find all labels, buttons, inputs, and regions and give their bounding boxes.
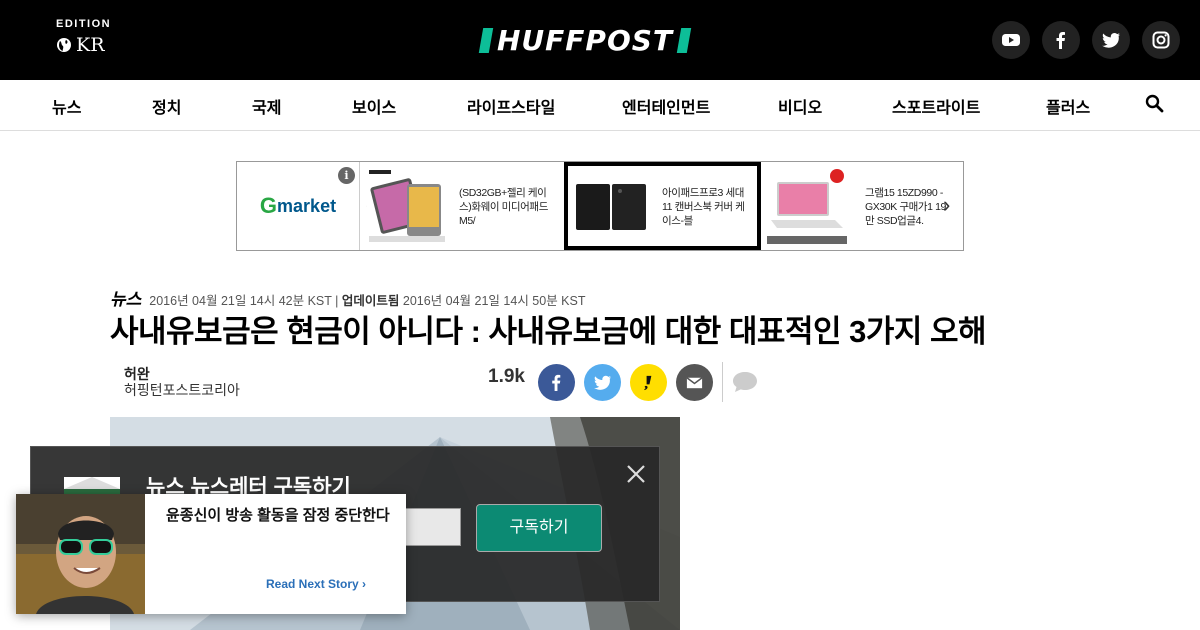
edition-label: EDITION — [56, 18, 112, 30]
article-headline: 사내유보금은 현금이 아니다 : 사내유보금에 대한 대표적인 3가지 오해 — [110, 314, 987, 349]
nav-item-plus[interactable]: 플러스 — [1046, 94, 1090, 118]
nav-item-politics[interactable]: 정치 — [152, 94, 181, 118]
read-next-thumbnail[interactable] — [16, 494, 145, 614]
share-bar: 1.9k — [488, 362, 764, 402]
nav-item-entertainment[interactable]: 엔터테인먼트 — [622, 94, 710, 118]
read-next-title[interactable]: 윤종신이 방송 활동을 잠정 중단한다 — [166, 506, 391, 525]
ad-product-3-text: 그램15 15ZD990 -GX30K 구매가1 19만 SSD업글4. — [865, 187, 946, 227]
nav-item-voices[interactable]: 보이스 — [352, 94, 396, 118]
tablet-product-image — [367, 168, 447, 244]
share-count: 1.9k — [488, 366, 525, 387]
logo-left-bar — [478, 28, 494, 53]
nav-item-video[interactable]: 비디오 — [778, 94, 822, 118]
nav-item-lifestyle[interactable]: 라이프스타일 — [467, 94, 555, 118]
nav-item-world[interactable]: 국제 — [252, 94, 281, 118]
close-icon[interactable] — [625, 463, 647, 485]
read-next-link[interactable]: Read Next Story › — [266, 577, 366, 591]
ad-product-3[interactable]: 그램15 15ZD990 -GX30K 구매가1 19만 SSD업글4. — [761, 162, 964, 250]
email-share-icon[interactable] — [675, 363, 713, 401]
ad-product-2[interactable]: 아이패드프로3 세대11 캔버스북 커버 케이스-블 — [564, 162, 761, 250]
top-header: EDITION KR HUFFPOST — [0, 0, 1200, 80]
author-organization: 허핑턴포스트코리아 — [124, 382, 240, 398]
globe-icon — [57, 38, 71, 52]
huffpost-logo[interactable]: HUFFPOST — [478, 24, 692, 57]
ad-product-2-text: 아이패드프로3 세대11 캔버스북 커버 케이스-블 — [662, 187, 745, 227]
nav-item-spotlight[interactable]: 스포트라이트 — [892, 94, 980, 118]
edition-code: KR — [76, 34, 105, 56]
facebook-share-icon[interactable] — [537, 363, 575, 401]
facebook-icon[interactable] — [1042, 21, 1080, 59]
share-divider — [721, 362, 723, 402]
main-navigation: 뉴스 정치 국제 보이스 라이프스타일 엔터테인먼트 비디오 스포트라이트 플러… — [0, 80, 1200, 131]
logo-right-bar — [676, 28, 692, 53]
logo-wordmark: HUFFPOST — [497, 24, 674, 57]
email-field[interactable] — [401, 508, 461, 546]
ad-next-arrow-icon[interactable]: › — [943, 192, 950, 218]
nav-item-news[interactable]: 뉴스 — [52, 94, 81, 118]
instagram-icon[interactable] — [1142, 21, 1180, 59]
ad-product-1-text: (SD32GB+젤리 케이스)화웨이 미디어패드 M5/ — [459, 187, 548, 227]
youtube-icon[interactable] — [992, 21, 1030, 59]
laptop-product-image — [767, 168, 847, 244]
search-icon[interactable] — [1145, 94, 1164, 113]
kakao-share-icon[interactable] — [629, 363, 667, 401]
comment-icon[interactable] — [727, 364, 764, 401]
ad-info-icon[interactable]: i — [338, 167, 355, 184]
read-next-card[interactable]: 윤종신이 방송 활동을 잠정 중단한다 Read Next Story › — [16, 494, 406, 614]
advertisement-banner[interactable]: Gmarket i ‹ (SD32GB+젤리 케이스)화웨이 미디어패드 M5/… — [236, 161, 964, 251]
edition-selector[interactable]: EDITION KR — [56, 18, 111, 56]
author-byline: 허완 허핑턴포스트코리아 — [124, 366, 240, 398]
twitter-share-icon[interactable] — [583, 363, 621, 401]
ad-product-1[interactable]: (SD32GB+젤리 케이스)화웨이 미디어패드 M5/ — [361, 162, 564, 250]
author-name[interactable]: 허완 — [124, 366, 240, 382]
twitter-icon[interactable] — [1092, 21, 1130, 59]
social-links — [992, 21, 1180, 59]
ipad-case-product-image — [570, 168, 650, 244]
subscribe-button[interactable]: 구독하기 — [476, 504, 602, 552]
chevron-right-icon: › — [362, 577, 367, 591]
